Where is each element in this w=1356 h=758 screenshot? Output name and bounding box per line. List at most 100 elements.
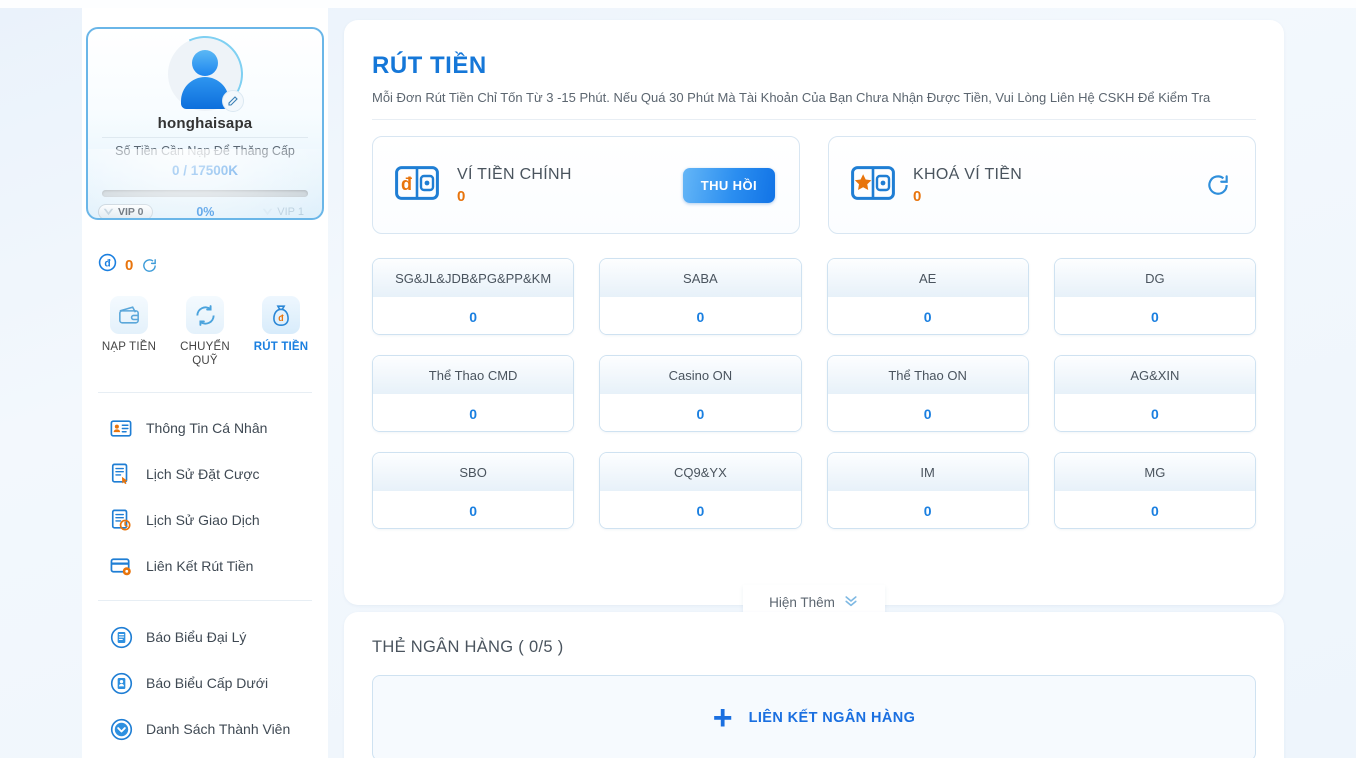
provider-card[interactable]: SBO 0 — [372, 452, 575, 529]
wallet-cards: đ VÍ TIỀN CHÍNH 0 THU HỒI KHOÁ VÍ TIỀN 0 — [372, 136, 1256, 234]
vip-progress-bar — [102, 190, 308, 197]
sidebar-item-label: Lịch Sử Giao Dịch — [146, 512, 260, 528]
refresh-icon[interactable] — [1205, 172, 1231, 198]
vip-chevron-icon — [103, 208, 114, 215]
user-avatar-icon — [192, 50, 218, 76]
provider-value: 0 — [600, 491, 801, 528]
profile-username: honghaisapa — [157, 115, 253, 132]
provider-card[interactable]: Thể Thao CMD 0 — [372, 355, 575, 432]
provider-value: 0 — [600, 297, 801, 334]
provider-value: 0 — [1054, 297, 1255, 334]
top-strip — [0, 0, 1356, 8]
link-bank-label: LIÊN KẾT NGÂN HÀNG — [748, 710, 916, 726]
provider-value: 0 — [373, 491, 574, 528]
withdraw-money-icon: đ — [262, 296, 300, 334]
provider-name: IM — [827, 453, 1028, 491]
sidebar-menu-group-2: Báo Biểu Đại Lý Báo Biểu Cấp Dưới Danh S… — [82, 614, 328, 752]
svg-text:đ: đ — [278, 312, 284, 322]
vip-next-badge: VIP 1 — [258, 205, 312, 218]
sidebar-item-label: Báo Biểu Đại Lý — [146, 629, 247, 645]
provider-name: SBO — [373, 453, 574, 491]
provider-value: 0 — [373, 297, 574, 334]
main-wallet-card: đ VÍ TIỀN CHÍNH 0 THU HỒI — [372, 136, 800, 234]
sidebar-menu-group-1: Thông Tin Cá Nhân Lịch Sử Đặt Cược Lịch … — [82, 405, 328, 589]
provider-card[interactable]: SABA 0 — [599, 258, 802, 335]
vip-next-label: VIP 1 — [277, 206, 304, 218]
provider-card[interactable]: AG&XIN 0 — [1053, 355, 1256, 432]
show-more-label: Hiện Thêm — [769, 595, 835, 610]
transfer-funds-icon — [186, 296, 224, 334]
vip-next-chevron-icon — [262, 208, 273, 215]
avatar[interactable] — [156, 29, 254, 123]
profile-card: honghaisapa Số Tiền Cần Nạp Để Thăng Cấp… — [86, 27, 324, 220]
refresh-icon[interactable] — [141, 257, 158, 274]
quick-actions: NẠP TIỀN CHUYỂN QUỸ đ RÚT TIỀN — [94, 296, 316, 369]
provider-value: 0 — [600, 394, 801, 431]
wallet-value: 0 — [457, 187, 466, 205]
locked-wallet-icon — [851, 165, 895, 205]
provider-card[interactable]: SG&JL&JDB&PG&PP&KM 0 — [372, 258, 575, 335]
provider-value: 0 — [827, 394, 1028, 431]
action-label: RÚT TIỀN — [253, 341, 309, 353]
provider-name: SG&JL&JDB&PG&PP&KM — [373, 259, 574, 297]
wallet-name: VÍ TIỀN CHÍNH — [457, 165, 572, 183]
provider-card[interactable]: CQ9&YX 0 — [599, 452, 802, 529]
provider-value: 0 — [827, 491, 1028, 528]
provider-card[interactable]: DG 0 — [1053, 258, 1256, 335]
svg-text:đ: đ — [401, 174, 412, 194]
link-bank-button[interactable]: + LIÊN KẾT NGÂN HÀNG — [372, 675, 1256, 758]
provider-grid: SG&JL&JDB&PG&PP&KM 0 SABA 0 AE 0 DG 0 Th… — [372, 258, 1256, 529]
sidebar-item-lien-ket-rut-tien[interactable]: Liên Kết Rút Tiền — [82, 543, 328, 589]
vip-row: VIP 0 0% VIP 1 — [98, 203, 312, 218]
wallet-balance-mini: đ 0 — [98, 253, 158, 277]
locked-wallet-card: KHOÁ VÍ TIỀN 0 — [828, 136, 1256, 234]
locked-wallet-info: KHOÁ VÍ TIỀN 0 — [913, 166, 1187, 205]
bank-card-title: THẺ NGÂN HÀNG ( 0/5 ) — [372, 638, 564, 656]
action-rut-tien[interactable]: đ RÚT TIỀN — [246, 296, 316, 369]
provider-value: 0 — [827, 297, 1028, 334]
upgrade-requirement-label: Số Tiền Cần Nạp Để Thăng Cấp — [115, 144, 295, 158]
sidebar: honghaisapa Số Tiền Cần Nạp Để Thăng Cấp… — [82, 8, 328, 758]
profile-divider — [102, 137, 308, 138]
sidebar-item-lich-su-dat-cuoc[interactable]: Lịch Sử Đặt Cược — [82, 451, 328, 497]
agent-report-icon — [109, 625, 133, 649]
deposit-wallet-icon — [110, 296, 148, 334]
action-nap-tien[interactable]: NẠP TIỀN — [94, 296, 164, 369]
sidebar-divider-1 — [98, 392, 312, 393]
chevron-double-down-icon — [843, 594, 859, 611]
main-content: RÚT TIỀN Mỗi Đơn Rút Tiền Chỉ Tốn Từ 3 -… — [344, 8, 1284, 758]
withdraw-panel: RÚT TIỀN Mỗi Đơn Rút Tiền Chỉ Tốn Từ 3 -… — [344, 20, 1284, 621]
wallet-value: 0 — [913, 187, 922, 205]
transaction-history-icon — [109, 508, 133, 532]
action-label: CHUYỂN QUỸ — [180, 341, 230, 368]
member-list-icon — [109, 717, 133, 741]
provider-card[interactable]: MG 0 — [1053, 452, 1256, 529]
provider-card[interactable]: Thể Thao ON 0 — [826, 355, 1029, 432]
provider-value: 0 — [373, 394, 574, 431]
sidebar-item-danh-sach-thanh-vien[interactable]: Danh Sách Thành Viên — [82, 706, 328, 752]
provider-card[interactable]: Casino ON 0 — [599, 355, 802, 432]
subordinate-report-icon — [109, 671, 133, 695]
provider-name: Thể Thao CMD — [373, 356, 574, 394]
svg-text:đ: đ — [104, 258, 111, 269]
sidebar-item-bao-bieu-dai-ly[interactable]: Báo Biểu Đại Lý — [82, 614, 328, 660]
action-label: NẠP TIỀN — [101, 341, 157, 353]
linked-card-icon — [109, 554, 133, 578]
recall-funds-button[interactable]: THU HỒI — [682, 167, 775, 203]
provider-name: Casino ON — [600, 356, 801, 394]
id-card-icon — [109, 416, 133, 440]
sidebar-item-label: Danh Sách Thành Viên — [146, 721, 291, 737]
edit-pencil-icon[interactable] — [222, 90, 244, 112]
provider-name: Thể Thao ON — [827, 356, 1028, 394]
sidebar-item-label: Báo Biểu Cấp Dưới — [146, 675, 269, 691]
provider-card[interactable]: AE 0 — [826, 258, 1029, 335]
wallet-name: KHOÁ VÍ TIỀN — [913, 165, 1023, 183]
action-chuyen-quy[interactable]: CHUYỂN QUỸ — [170, 296, 240, 369]
sidebar-item-bao-bieu-cap-duoi[interactable]: Báo Biểu Cấp Dưới — [82, 660, 328, 706]
provider-name: SABA — [600, 259, 801, 297]
provider-card[interactable]: IM 0 — [826, 452, 1029, 529]
sidebar-item-label: Thông Tin Cá Nhân — [146, 420, 268, 436]
provider-name: AE — [827, 259, 1028, 297]
sidebar-item-lich-su-giao-dich[interactable]: Lịch Sử Giao Dịch — [82, 497, 328, 543]
sidebar-item-thong-tin-ca-nhan[interactable]: Thông Tin Cá Nhân — [82, 405, 328, 451]
